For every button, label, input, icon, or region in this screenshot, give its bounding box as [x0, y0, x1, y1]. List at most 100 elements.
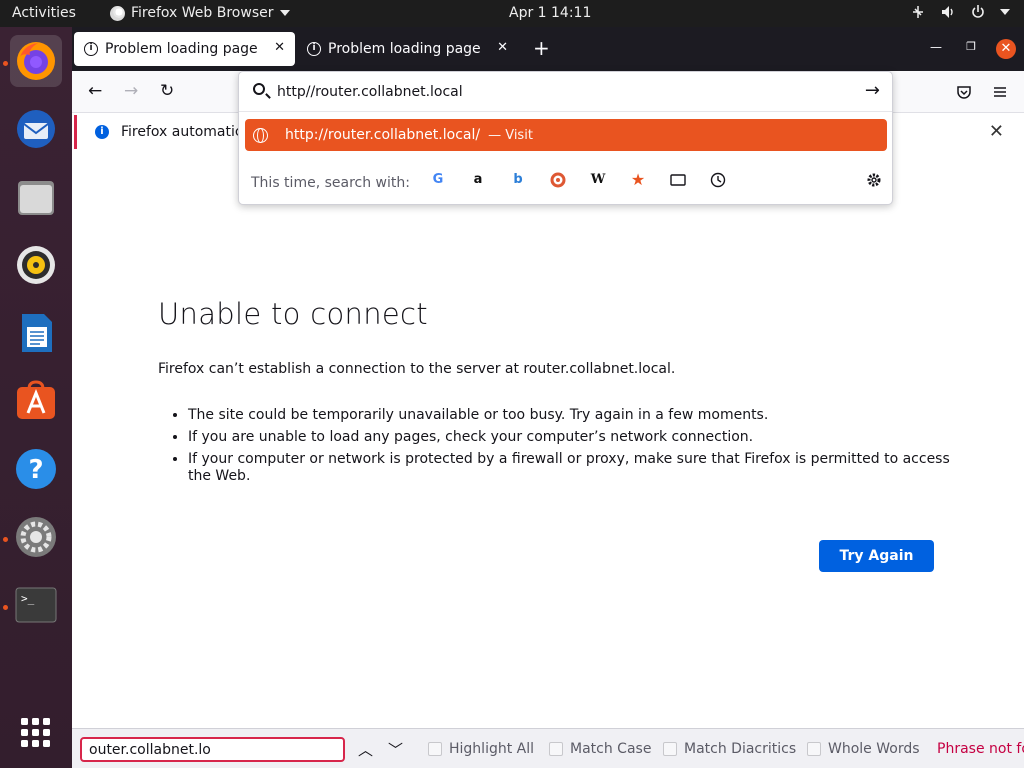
power-icon — [972, 5, 984, 18]
running-indicator — [3, 537, 8, 542]
wikipedia-icon[interactable]: W — [590, 172, 606, 188]
urlbar: → — [239, 72, 892, 112]
firefox-dock-icon[interactable] — [10, 35, 62, 87]
highlight-all-checkbox[interactable]: Highlight All — [428, 741, 534, 757]
duckduckgo-icon[interactable] — [550, 172, 566, 188]
info-icon: i — [84, 42, 98, 56]
find-input[interactable] — [80, 737, 345, 762]
find-bar: ︿ ﹀ Highlight All Match Case Match Diacr… — [72, 728, 1024, 768]
search-with-label: This time, search with: — [251, 175, 410, 191]
error-page: Unable to connect Firefox can’t establis… — [158, 297, 958, 490]
settings-icon — [16, 517, 56, 557]
grid-icon — [21, 718, 50, 747]
bing-icon[interactable]: b — [510, 172, 526, 188]
new-tab-button[interactable]: + — [533, 36, 550, 60]
find-previous-button[interactable]: ︿ — [358, 739, 373, 760]
forward-button[interactable]: → — [124, 81, 138, 101]
tab-title: Problem loading page — [105, 41, 258, 57]
thunderbird-dock-icon[interactable] — [10, 103, 62, 155]
tab-title: Problem loading page — [328, 41, 481, 57]
hamburger-menu-icon[interactable] — [992, 84, 1008, 100]
terminal-icon: >_ — [15, 587, 57, 623]
network-icon — [913, 6, 923, 18]
error-suggestions: The site could be temporarily unavailabl… — [188, 407, 958, 485]
help-icon: ? — [16, 449, 56, 489]
files-icon — [18, 181, 54, 215]
checkbox[interactable] — [428, 742, 442, 756]
checkbox-label: Highlight All — [449, 741, 535, 757]
try-again-button[interactable]: Try Again — [819, 540, 934, 572]
find-next-button[interactable]: ﹀ — [388, 739, 403, 760]
list-item: The site could be temporarily unavailabl… — [188, 407, 958, 424]
firefox-small-icon — [110, 5, 125, 21]
chevron-down-icon — [279, 10, 290, 16]
close-icon[interactable]: ✕ — [989, 121, 1004, 142]
checkbox-label: Match Case — [570, 741, 652, 757]
activities-button[interactable]: Activities — [12, 5, 76, 21]
files-dock-icon[interactable] — [10, 171, 62, 223]
whole-words-checkbox[interactable]: Whole Words — [807, 741, 920, 757]
checkbox-label: Whole Words — [828, 741, 920, 757]
terminal-dock-icon[interactable]: >_ — [10, 579, 62, 631]
writer-icon — [22, 314, 52, 352]
back-button[interactable]: ← — [88, 81, 102, 101]
search-icon — [253, 83, 265, 95]
svg-text:?: ? — [28, 455, 43, 485]
checkbox[interactable] — [807, 742, 821, 756]
url-input[interactable] — [277, 81, 837, 103]
dock: ? >_ — [0, 27, 72, 768]
list-item: If your computer or network is protected… — [188, 451, 958, 485]
suggestion-url: http://router.collabnet.local/ — [285, 127, 481, 143]
go-arrow-icon[interactable]: → — [865, 80, 880, 101]
software-icon — [17, 380, 55, 419]
error-title: Unable to connect — [158, 297, 428, 331]
pocket-icon[interactable] — [956, 84, 972, 100]
list-item: If you are unable to load any pages, che… — [188, 429, 958, 446]
firefox-icon — [17, 42, 55, 80]
show-apps-button[interactable] — [10, 707, 62, 759]
tab-problem-loading-1[interactable]: i Problem loading page ✕ — [74, 32, 295, 66]
match-diacritics-checkbox[interactable]: Match Diacritics — [663, 741, 796, 757]
checkbox[interactable] — [549, 742, 563, 756]
app-menu[interactable]: Firefox Web Browser — [110, 5, 290, 21]
urlbar-dropdown: → http://router.collabnet.local/ — Visit… — [238, 71, 893, 205]
error-description: Firefox can’t establish a connection to … — [158, 361, 676, 377]
bookmarks-star-icon[interactable]: ★ — [630, 172, 646, 188]
tab-close-icon[interactable]: ✕ — [497, 40, 508, 55]
volume-icon — [942, 6, 953, 18]
top-bar: Activities Firefox Web Browser Apr 1 14:… — [0, 0, 1024, 27]
tabs-icon[interactable] — [670, 172, 686, 188]
history-clock-icon[interactable] — [710, 172, 726, 188]
window-close-button[interactable]: ✕ — [996, 39, 1016, 59]
minimize-button[interactable]: — — [930, 40, 942, 54]
amazon-icon[interactable]: a — [470, 172, 486, 188]
svg-text:>_: >_ — [21, 592, 35, 605]
info-icon: i — [95, 125, 109, 139]
rhythmbox-icon — [17, 246, 55, 284]
maximize-button[interactable]: ❐ — [966, 40, 976, 53]
globe-icon — [253, 127, 268, 143]
search-settings-gear-icon[interactable] — [866, 172, 882, 188]
help-dock-icon[interactable]: ? — [10, 443, 62, 495]
checkbox-label: Match Diacritics — [684, 741, 797, 757]
running-indicator — [3, 61, 8, 66]
tab-problem-loading-2[interactable]: i Problem loading page ✕ — [297, 32, 518, 66]
match-case-checkbox[interactable]: Match Case — [549, 741, 651, 757]
settings-dock-icon[interactable] — [10, 511, 62, 563]
info-icon: i — [307, 42, 321, 56]
google-icon[interactable]: G — [430, 172, 446, 188]
rhythmbox-dock-icon[interactable] — [10, 239, 62, 291]
thunderbird-icon — [17, 110, 55, 148]
ubuntu-software-dock-icon[interactable] — [10, 375, 62, 427]
checkbox[interactable] — [663, 742, 677, 756]
find-status-text: Phrase not fo — [937, 741, 1024, 757]
tab-bar: i Problem loading page ✕ i Problem loadi… — [72, 27, 1024, 71]
tab-close-icon[interactable]: ✕ — [274, 40, 285, 55]
system-tray[interactable] — [910, 4, 1010, 20]
url-suggestion-visit[interactable]: http://router.collabnet.local/ — Visit — [245, 119, 887, 151]
app-menu-label: Firefox Web Browser — [131, 5, 274, 21]
clock[interactable]: Apr 1 14:11 — [509, 5, 591, 21]
libreoffice-writer-dock-icon[interactable] — [10, 307, 62, 359]
reload-button[interactable]: ↻ — [160, 81, 174, 101]
notification-text: Firefox automatica — [121, 124, 252, 140]
